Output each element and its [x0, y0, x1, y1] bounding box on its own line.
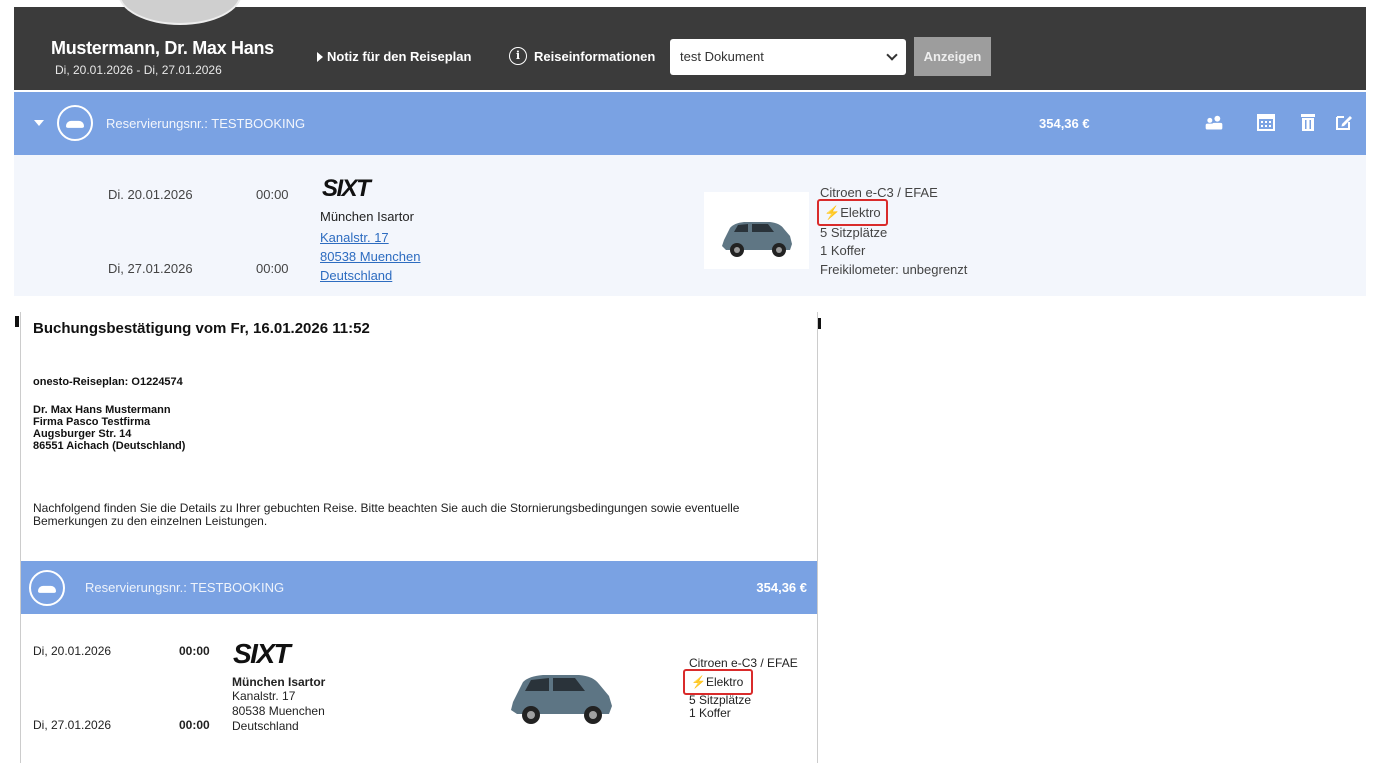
- station-city: 80538 Muenchen: [232, 704, 325, 718]
- station-country: Deutschland: [232, 719, 299, 733]
- avatar: [118, 0, 242, 25]
- calendar-icon[interactable]: [1256, 112, 1276, 132]
- address-line: Augsburger Str. 14: [33, 428, 132, 440]
- reservation-number: Reservierungsnr.: TESTBOOKING: [106, 116, 306, 131]
- note-link[interactable]: Notiz für den Reiseplan: [317, 49, 471, 64]
- return-date: Di, 27.01.2026: [33, 718, 112, 732]
- address-line: Firma Pasco Testfirma: [33, 416, 151, 428]
- pickup-time: 00:00: [256, 187, 289, 202]
- document-select-value: test Dokument: [680, 49, 764, 64]
- car-luggage: 1 Koffer: [689, 706, 731, 720]
- address-block: Dr. Max Hans Mustermann Firma Pasco Test…: [33, 404, 185, 452]
- car-icon: [57, 105, 93, 141]
- address-line: 86551 Aichach (Deutschland): [33, 440, 186, 452]
- car-luggage: 1 Koffer: [820, 243, 866, 258]
- lightning-icon: ⚡: [824, 205, 841, 220]
- sixt-logo: SIXT: [233, 638, 291, 669]
- caret-right-icon: [317, 51, 323, 62]
- booking-bar[interactable]: Reservierungsnr.: TESTBOOKING 354,36 €: [14, 92, 1366, 155]
- pickup-date: Di. 20.01.2026: [108, 187, 193, 202]
- lightning-icon: ⚡: [691, 675, 706, 689]
- car-fuel: ⚡Elektro: [691, 675, 743, 689]
- car-image: [704, 192, 809, 269]
- document-select[interactable]: test Dokument: [670, 39, 906, 75]
- pickup-time: 00:00: [179, 644, 210, 658]
- email-title: Buchungsbestätigung vom Fr, 16.01.2026 1…: [33, 320, 370, 337]
- note-link-label: Notiz für den Reiseplan: [327, 49, 472, 64]
- station-country-link[interactable]: Deutschland: [320, 268, 392, 283]
- booking-detail: Di. 20.01.2026 00:00 Di, 27.01.2026 00:0…: [14, 155, 1366, 296]
- address-line: Dr. Max Hans Mustermann: [33, 404, 171, 416]
- traveler-name: Mustermann, Dr. Max Hans: [51, 38, 274, 58]
- car-model: Citroen e-C3 / EFAE: [689, 656, 798, 670]
- pickup-date: Di, 20.01.2026: [33, 644, 112, 658]
- collapse-icon[interactable]: [34, 120, 44, 126]
- header-tab: [398, 0, 566, 6]
- crop-mark: [15, 316, 19, 327]
- info-link-label: Reiseinformationen: [534, 48, 656, 64]
- car-mileage: Freikilometer: unbegrenzt: [820, 262, 968, 277]
- travel-dates: Di, 20.01.2026 - Di, 27.01.2026: [55, 63, 222, 77]
- station-name: München Isartor: [232, 675, 326, 689]
- station-street: Kanalstr. 17: [232, 689, 296, 703]
- return-time: 00:00: [256, 261, 289, 276]
- chevron-down-icon: [886, 49, 898, 61]
- booking-price: 354,36 €: [1039, 116, 1090, 131]
- trash-icon[interactable]: [1298, 112, 1318, 132]
- itinerary-id: onesto-Reiseplan: O1224574: [33, 376, 183, 388]
- car-fuel-label: Elektro: [705, 675, 744, 689]
- info-link[interactable]: i Reiseinformationen: [509, 47, 655, 65]
- sixt-logo: SIXT: [322, 175, 371, 202]
- return-date: Di, 27.01.2026: [108, 261, 193, 276]
- booking-price: 354,36 €: [756, 580, 807, 595]
- group-icon[interactable]: [1204, 112, 1224, 132]
- edit-icon[interactable]: [1334, 112, 1354, 132]
- return-time: 00:00: [179, 718, 210, 732]
- car-fuel: ⚡Elektro: [824, 205, 881, 221]
- car-seats: 5 Sitzplätze: [689, 693, 752, 707]
- booking-app-panel: Mustermann, Dr. Max Hans Di, 20.01.2026 …: [14, 0, 1366, 296]
- intro-text: Nachfolgend finden Sie die Details zu Ih…: [33, 501, 740, 528]
- station-name: München Isartor: [320, 209, 414, 224]
- show-button[interactable]: Anzeigen: [914, 37, 991, 76]
- station-city-link[interactable]: 80538 Muenchen: [320, 249, 420, 264]
- email-booking-bar: Reservierungsnr.: TESTBOOKING 354,36 €: [21, 561, 817, 614]
- station-street-link[interactable]: Kanalstr. 17: [320, 230, 389, 245]
- car-seats: 5 Sitzplätze: [820, 225, 888, 240]
- reservation-number: Reservierungsnr.: TESTBOOKING: [85, 580, 285, 595]
- car-icon: [29, 570, 65, 606]
- booking-confirmation-email: Buchungsbestätigung vom Fr, 16.01.2026 1…: [20, 312, 818, 763]
- car-fuel-label: Elektro: [840, 205, 881, 220]
- info-icon: i: [509, 47, 527, 65]
- car-model: Citroen e-C3 / EFAE: [820, 185, 938, 200]
- car-image: [505, 658, 620, 738]
- itinerary-header: Mustermann, Dr. Max Hans Di, 20.01.2026 …: [14, 0, 1366, 90]
